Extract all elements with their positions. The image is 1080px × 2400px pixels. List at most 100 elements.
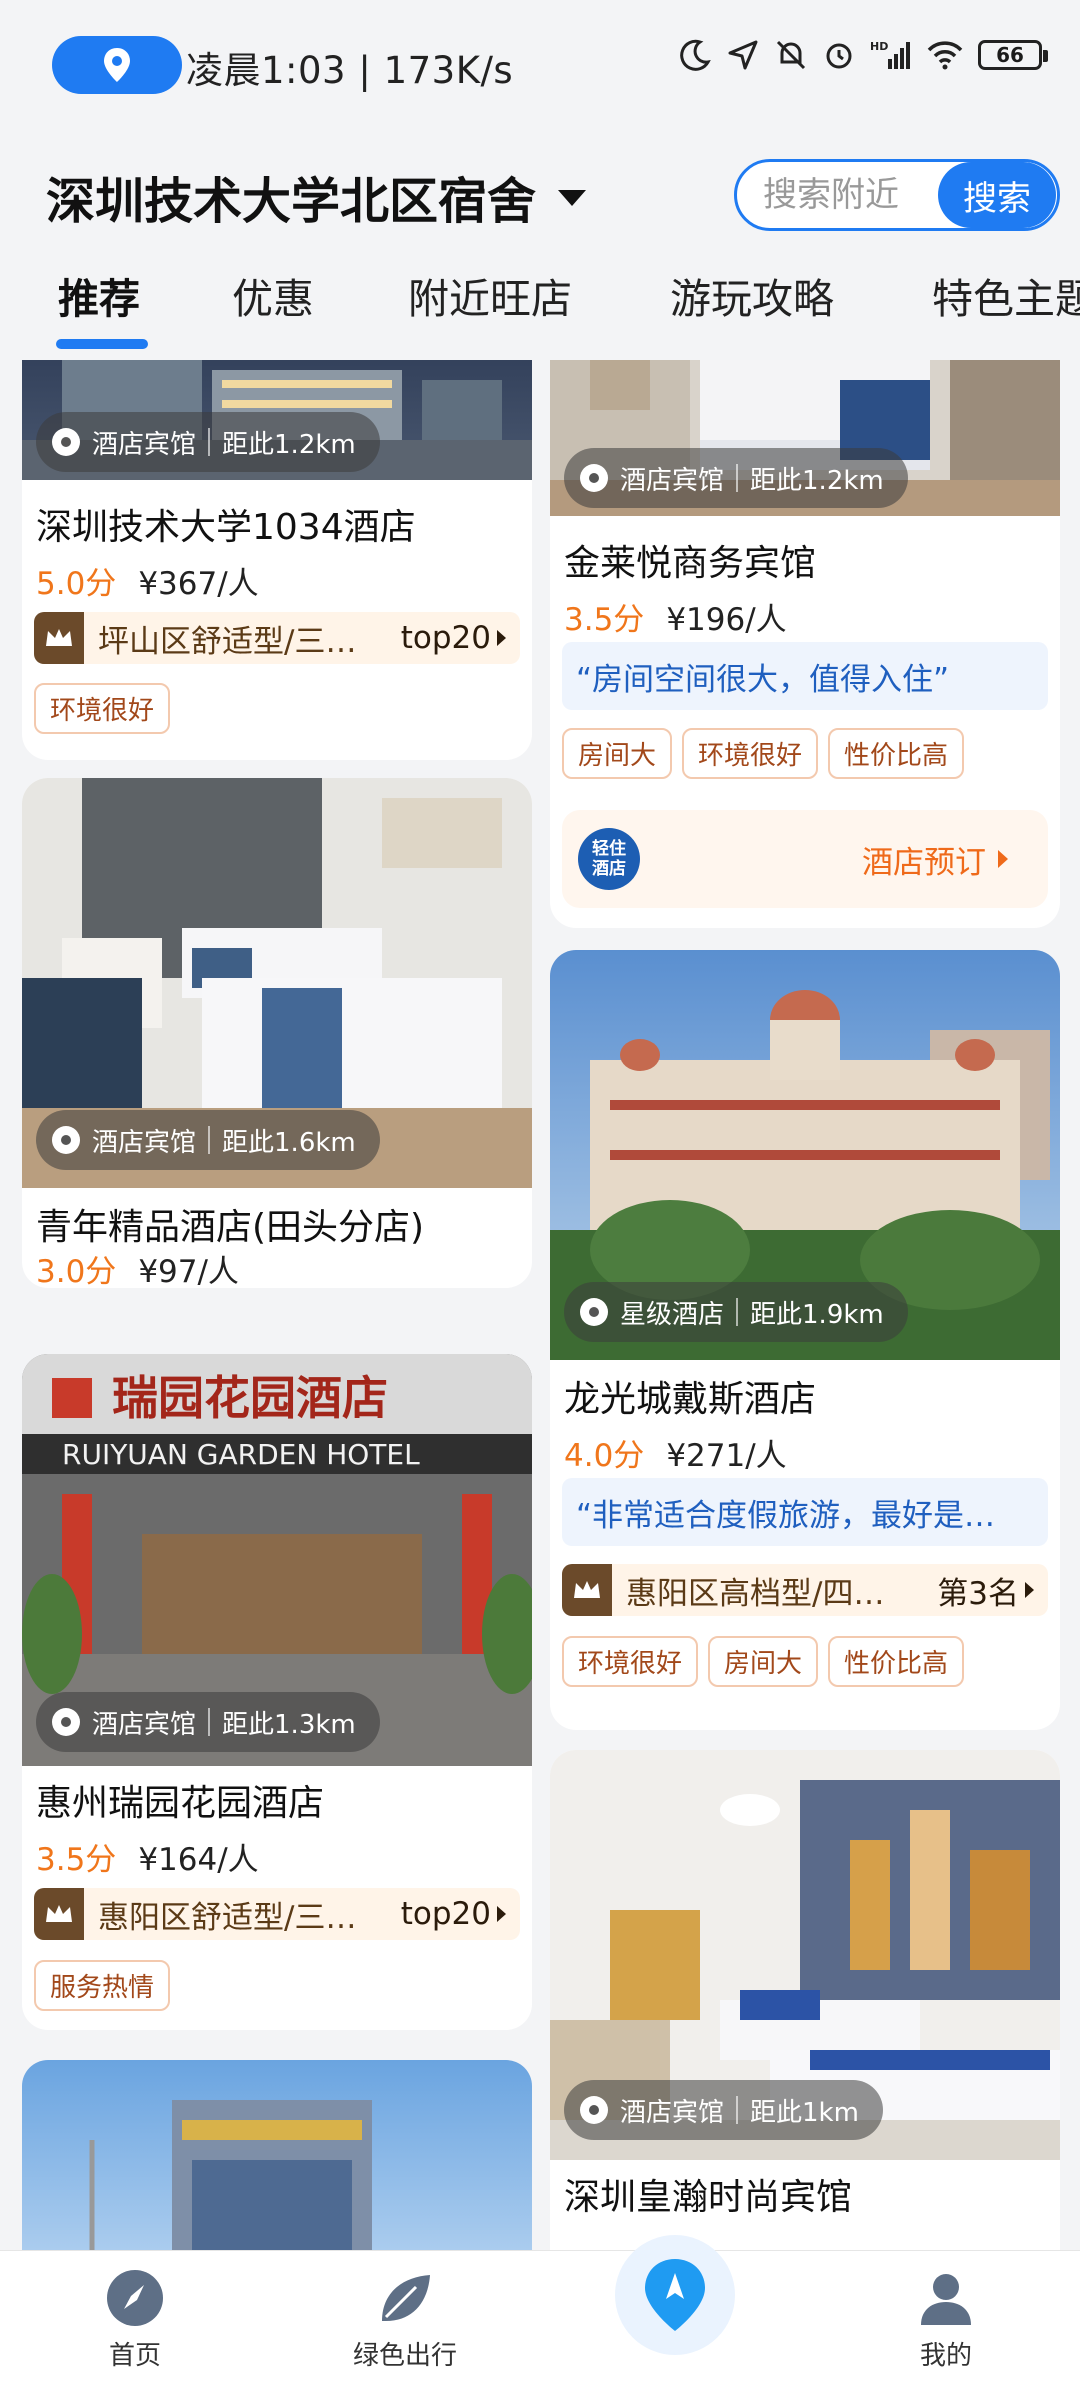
booking-label: 酒店预订 (862, 844, 986, 881)
location-pin-icon (104, 48, 130, 82)
hotel-card[interactable]: 酒店宾馆 距此1.2km 深圳技术大学1034酒店 5.0分 ¥367/人 坪山… (22, 360, 532, 760)
chevron-right-icon (497, 1906, 506, 1922)
ranking-bar[interactable]: 惠阳区舒适型/三… top20 (34, 1888, 520, 1940)
tag: 环境很好 (34, 683, 171, 734)
hotel-card[interactable] (22, 2060, 532, 2250)
wifi-icon (926, 40, 964, 70)
price-line: 3.5分 ¥164/人 (36, 1834, 259, 1879)
hotel-category: 酒店宾馆 (92, 1709, 197, 1740)
price-line: 5.0分 ¥367/人 (36, 558, 259, 603)
alarm-icon (822, 38, 856, 72)
hotel-distance: 距此1.2km (750, 465, 884, 496)
hotel-card[interactable]: 酒店宾馆 距此1.2km 金莱悦商务宾馆 3.5分 ¥196/人 “房间空间很大… (550, 360, 1060, 928)
hotel-photo (22, 2060, 532, 2250)
compass-icon (107, 2270, 163, 2326)
tab-discount[interactable]: 优惠 (232, 265, 314, 325)
nav-mine-label: 我的 (919, 2341, 972, 2371)
hotel-distance: 距此1.6km (222, 1127, 356, 1158)
leaf-icon (382, 2275, 430, 2321)
hotel-score: 3.5分 (564, 602, 645, 638)
price-line: 4.0分 ¥271/人 (564, 1430, 787, 1475)
hotel-feed[interactable]: 酒店宾馆 距此1.2km 深圳技术大学1034酒店 5.0分 ¥367/人 坪山… (0, 360, 1080, 2250)
ranking-text: 惠阳区高档型/四… (626, 1575, 885, 1612)
location-badge: 酒店宾馆 距此1.6km (36, 1110, 380, 1170)
hotel-score: 4.0分 (564, 1438, 645, 1474)
hotel-category: 酒店宾馆 (92, 429, 197, 460)
hotel-category: 酒店宾馆 (620, 465, 725, 496)
review-quote: “非常适合度假旅游，最好是… (562, 1478, 1048, 1546)
hotel-card[interactable]: 酒店宾馆 距此1.6km 青年精品酒店(田头分店) 3.0分 ¥97/人 (22, 778, 532, 1288)
hotel-name: 龙光城戴斯酒店 (564, 1379, 817, 1420)
ranking-bar[interactable]: 惠阳区高档型/四… 第3名 (562, 1564, 1048, 1616)
chevron-right-icon (1025, 1582, 1034, 1598)
header: 深圳技术大学北区宿舍 搜索 (0, 150, 1080, 240)
crown-icon (34, 612, 84, 664)
active-tab-indicator (56, 339, 148, 349)
tag: 性价比高 (828, 1636, 965, 1687)
hotel-distance: 距此1.2km (222, 429, 356, 460)
nav-home-label: 首页 (108, 2341, 161, 2371)
tag-list: 服务热情 (34, 1960, 171, 2011)
hotel-card[interactable]: 瑞园花园酒店 RUIYUAN GARDEN HOTEL 酒店宾馆 距此1.3km… (22, 1354, 532, 2030)
review-quote: “房间空间很大，值得入住” (562, 642, 1048, 710)
status-bar: 凌晨1:03 | 173K/s HD 66 (0, 0, 1080, 130)
tab-special-theme[interactable]: 特色主题 (932, 265, 1080, 325)
ranking-position-label: top20 (400, 1896, 491, 1932)
hotel-price: ¥164/人 (138, 1842, 259, 1878)
tag-list: 房间大 环境很好 性价比高 (562, 728, 965, 779)
hotel-category: 酒店宾馆 (620, 2097, 725, 2128)
hotel-sign-cn: 瑞园花园酒店 (112, 1371, 388, 1425)
hotel-price: ¥271/人 (666, 1438, 787, 1474)
ranking-position: 第3名 (937, 1568, 1048, 1613)
hotel-distance: 距此1km (750, 2097, 859, 2128)
user-icon (921, 2274, 971, 2325)
hotel-card[interactable]: 星级酒店 距此1.9km 龙光城戴斯酒店 4.0分 ¥271/人 “非常适合度假… (550, 950, 1060, 1730)
ranking-bar[interactable]: 坪山区舒适型/三… top20 (34, 612, 520, 664)
hotel-name: 深圳皇瀚时尚宾馆 (564, 2177, 853, 2218)
signal-icon: HD (870, 39, 912, 71)
tab-nearby-popular[interactable]: 附近旺店 (408, 265, 572, 325)
hotel-category: 星级酒店 (620, 1299, 725, 1330)
mute-bell-icon (774, 38, 808, 72)
location-selector[interactable]: 深圳技术大学北区宿舍 (46, 162, 587, 233)
map-pin-icon (52, 1126, 80, 1154)
hotel-distance: 距此1.3km (222, 1709, 356, 1740)
booking-link[interactable]: 酒店预订 (862, 837, 1008, 882)
booking-bar[interactable]: 轻住 酒店 酒店预订 (562, 810, 1048, 908)
tag: 性价比高 (828, 728, 965, 779)
ranking-position: top20 (401, 620, 520, 656)
location-title: 深圳技术大学北区宿舍 (46, 173, 537, 230)
nav-mine[interactable]: 我的 (866, 2269, 1026, 2372)
hotel-card[interactable]: 酒店宾馆 距此1km 深圳皇瀚时尚宾馆 (550, 1750, 1060, 2250)
location-indicator[interactable] (52, 36, 182, 94)
map-pin-icon (52, 1708, 80, 1736)
crown-icon (34, 1888, 84, 1940)
hotel-score: 3.0分 (36, 1254, 117, 1288)
search-input[interactable] (737, 175, 938, 215)
hotel-price: ¥196/人 (666, 602, 787, 638)
ranking-position-label: top20 (400, 620, 491, 656)
location-badge: 星级酒店 距此1.9km (564, 1282, 908, 1342)
search-button[interactable]: 搜索 (938, 162, 1056, 228)
tag-list: 环境很好 房间大 性价比高 (562, 1636, 965, 1687)
nav-map[interactable] (615, 2235, 735, 2355)
hotel-distance: 距此1.9km (750, 1299, 884, 1330)
nav-green-travel-label: 绿色出行 (352, 2341, 457, 2371)
ranking-text: 惠阳区舒适型/三… (98, 1899, 357, 1936)
nav-green-travel[interactable]: 绿色出行 (325, 2269, 485, 2372)
hotel-name: 深圳技术大学1034酒店 (36, 507, 416, 548)
tab-travel-guide[interactable]: 游玩攻略 (670, 265, 834, 325)
hotel-price: ¥97/人 (138, 1254, 239, 1288)
status-time: 凌晨1:03 | 173K/s (186, 49, 514, 92)
chevron-right-icon (497, 630, 506, 646)
svg-text:HD: HD (870, 40, 888, 53)
map-pin-icon (580, 2096, 608, 2124)
map-pin-icon (580, 1298, 608, 1326)
ranking-position: top20 (401, 1896, 520, 1932)
hotel-price: ¥367/人 (138, 566, 259, 602)
nav-home[interactable]: 首页 (55, 2269, 215, 2372)
tab-recommend[interactable]: 推荐 (58, 265, 140, 325)
tag: 环境很好 (682, 728, 819, 779)
tag: 环境很好 (562, 1636, 699, 1687)
location-badge: 酒店宾馆 距此1.2km (564, 448, 908, 508)
